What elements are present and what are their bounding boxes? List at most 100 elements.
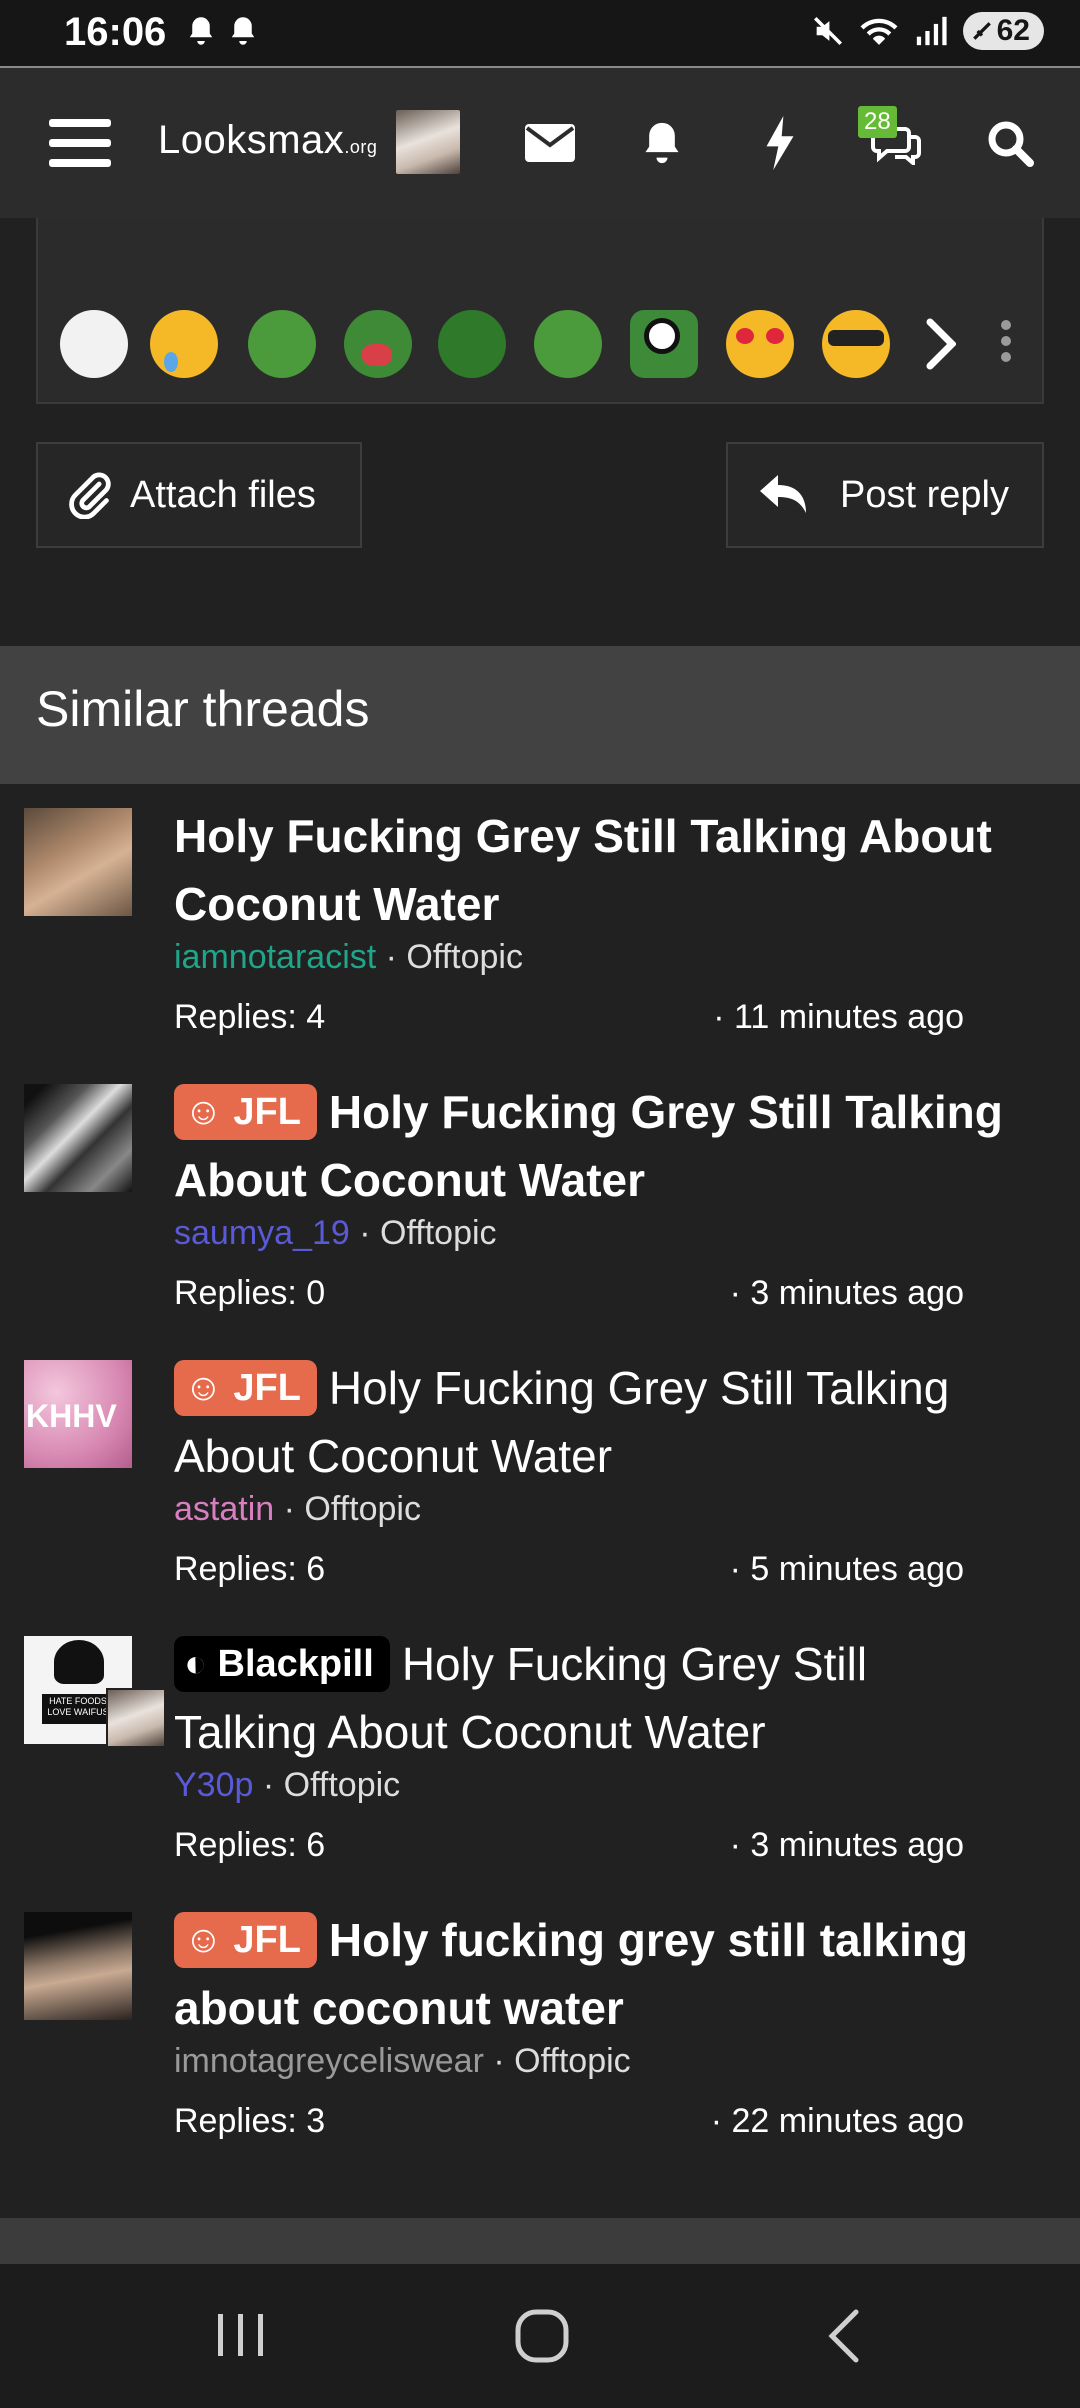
thread-meta: imnotagreyceliswear · Offtopic [174,2042,631,2080]
participant-avatar[interactable] [106,1688,166,1748]
author-avatar[interactable] [24,1084,132,1192]
thread-meta: iamnotaracist · Offtopic [174,938,523,976]
reply-count: Replies: 6 [174,1550,326,1588]
back-button[interactable] [826,2308,862,2369]
author-avatar[interactable]: KHHV [24,1360,132,1468]
prefix-badge-jfl[interactable]: ☺ JFL [174,1084,317,1140]
emoji-next-button[interactable] [926,318,957,375]
whats-new-button[interactable] [740,68,820,218]
pepe-scream-emoji[interactable] [344,310,412,378]
conversations-count-badge: 28 [858,106,897,138]
post-reply-button[interactable]: Post reply [726,442,1044,548]
thread-time: · 5 minutes ago [729,1550,964,1588]
conversations-button[interactable] [856,68,936,218]
system-nav-bar [0,2264,1080,2408]
battery-indicator: 62 [962,12,1044,50]
bell-icon [645,122,679,164]
thread-item[interactable]: ☺ JFL Holy fucking grey still talking abo… [0,1894,1080,2164]
avatar-text: KHHV [26,1398,117,1434]
wojak-emoji[interactable] [60,310,128,378]
search-icon [988,121,1034,167]
hamburger-icon [49,119,111,167]
reply-count: Replies: 4 [174,998,326,1036]
user-avatar[interactable] [396,110,460,174]
reply-count: Replies: 0 [174,1274,326,1312]
pepe-ok-emoji[interactable] [534,310,602,378]
search-button[interactable] [970,68,1050,218]
thread-item[interactable]: KHHV ☺ JFL Holy Fucking Grey Still Talkin… [0,1342,1080,1612]
reply-count: Replies: 3 [174,2102,326,2140]
reply-count: Replies: 6 [174,1826,326,1864]
thread-meta: Y30p · Offtopic [174,1766,401,1804]
thread-title[interactable]: ☺ JFL Holy fucking grey still talking abo… [174,1906,1014,2042]
thread-title[interactable]: ☺ JFL Holy Fucking Grey Still Talking Abo… [174,1078,1014,1214]
recent-apps-icon [218,2314,263,2356]
lightning-icon [766,116,794,170]
paperclip-icon [69,472,111,519]
recent-apps-button[interactable] [210,2310,270,2365]
author-link[interactable]: imnotagreyceliswear [174,2042,484,2080]
pepe-eye-emoji[interactable] [630,310,698,378]
pepe-laugh-emoji[interactable] [248,310,316,378]
bell-icon [231,17,255,45]
laugh-icon: ☺ [184,1091,234,1133]
forum-link[interactable]: Offtopic [304,1490,421,1528]
thread-title[interactable]: ☺ JFL Holy Fucking Grey Still Talking Abo… [174,1354,1014,1490]
forum-link[interactable]: Offtopic [514,2042,631,2080]
thread-item[interactable]: Holy Fucking Grey Still Talking About Co… [0,790,1080,1060]
author-link[interactable]: iamnotaracist [174,938,376,976]
reply-arrow-icon [760,475,806,513]
thread-time: · 11 minutes ago [713,998,964,1036]
post-reply-label: Post reply [840,473,1009,516]
wifi-icon [860,18,898,45]
author-link[interactable]: saumya_19 [174,1214,350,1252]
author-link[interactable]: astatin [174,1490,274,1528]
home-icon [515,2309,569,2363]
prefix-badge-blackpill[interactable]: ◐ Blackpill [174,1636,390,1692]
back-icon [828,2309,859,2363]
bell-icon [189,17,213,45]
thread-title[interactable]: ◐ Blackpill Holy Fucking Grey Still Talki… [174,1630,1014,1766]
signal-icon [916,16,947,46]
attach-files-button[interactable]: Attach files [36,442,362,548]
crying-emoji[interactable] [150,310,218,378]
author-avatar[interactable] [24,1912,132,2020]
pill-icon: ◐ [184,1643,218,1685]
thread-time: · 3 minutes ago [729,1274,964,1312]
menu-button[interactable] [40,68,120,218]
thread-item[interactable]: HATE FOODS LOVE WAIFUS ◐ Blackpill Holy F… [0,1618,1080,1888]
similar-threads-header: Similar threads [0,646,1080,784]
mute-icon [813,16,842,46]
home-button[interactable] [514,2308,570,2369]
logo-main: Looksmax [158,118,345,162]
author-link[interactable]: Y30p [174,1766,253,1804]
forum-link[interactable]: Offtopic [380,1214,497,1252]
envelope-icon [525,124,575,162]
avatar-text: HATE FOODS LOVE WAIFUS [47,1696,109,1717]
top-nav-bar: Looksmax.org 28 [0,66,1080,218]
thread-title[interactable]: Holy Fucking Grey Still Talking About Co… [174,802,1014,938]
battery-saver-icon [972,22,991,40]
logo-suffix: .org [344,137,378,157]
pepe-grin-emoji[interactable] [438,310,506,378]
chevron-right-icon [926,318,957,370]
prefix-badge-jfl[interactable]: ☺ JFL [174,1912,317,1968]
prefix-badge-jfl[interactable]: ☺ JFL [174,1360,317,1416]
site-logo[interactable]: Looksmax.org [158,118,377,163]
status-bar: 16:06 62 [0,0,1080,66]
forum-link[interactable]: Offtopic [284,1766,401,1804]
battery-level: 62 [996,14,1030,47]
attach-files-label: Attach files [130,473,316,516]
forum-link[interactable]: Offtopic [406,938,523,976]
inbox-button[interactable] [510,68,590,218]
heart-eyes-emoji[interactable] [726,310,794,378]
thread-meta: astatin · Offtopic [174,1490,421,1528]
sunglasses-emoji[interactable] [822,310,890,378]
thread-item[interactable]: ☺ JFL Holy Fucking Grey Still Talking Abo… [0,1066,1080,1336]
emoji-more-button[interactable] [1000,320,1012,367]
laugh-icon: ☺ [184,1919,234,1961]
alerts-button[interactable] [622,68,702,218]
emoji-picker-bar [36,218,1044,404]
more-vertical-icon [1001,320,1011,362]
author-avatar[interactable] [24,808,132,916]
